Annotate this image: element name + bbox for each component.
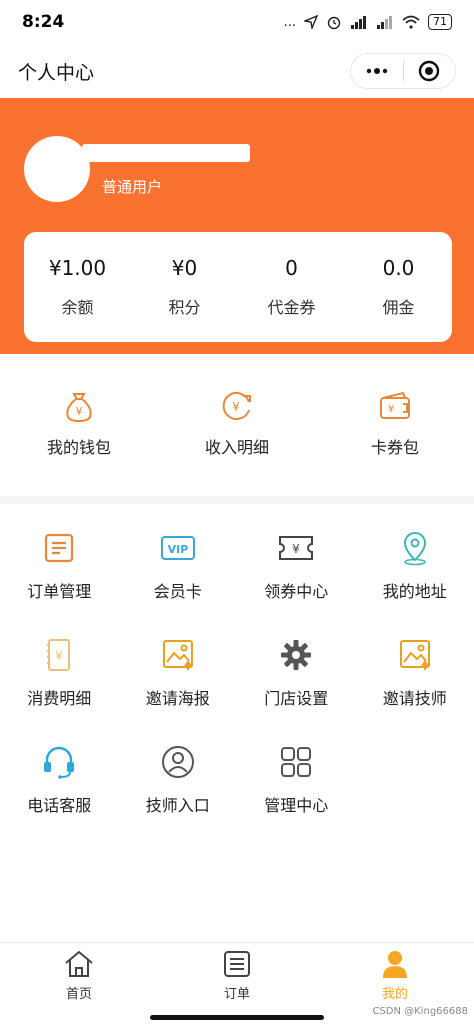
grid-label: 技师入口 [145, 796, 210, 815]
wallet-item-my-wallet[interactable]: ¥ 我的钱包 [0, 386, 158, 466]
stat-value: ¥0 [171, 256, 198, 280]
location-icon [395, 528, 435, 568]
home-icon [65, 950, 93, 977]
section-divider [0, 496, 474, 504]
grid-label: 邀请海报 [145, 689, 210, 708]
tab-bar: 首页 订单 我的 [0, 942, 474, 1008]
home-indicator[interactable] [150, 1015, 324, 1020]
nav-bar: 个人中心 [0, 44, 474, 98]
stat-label: 余额 [61, 298, 94, 317]
wallet-item-income[interactable]: ¥ 收入明细 [158, 386, 316, 466]
user-icon [158, 742, 198, 782]
grid-item-management[interactable]: 管理中心 [237, 742, 356, 849]
profile-header: 普通用户 ¥1.00 余额 ¥0 积分 0 代金券 0.0 佣金 [0, 98, 474, 354]
member-level: 普通用户 [102, 178, 163, 196]
username-redacted [82, 144, 250, 162]
stat-value: 0 [285, 256, 298, 280]
wallet-label: 卡券包 [370, 438, 419, 457]
grid-label: 订单管理 [27, 582, 92, 601]
location-arrow-icon [304, 15, 318, 29]
gear-icon [276, 635, 316, 675]
tab-mine[interactable]: 我的 [316, 943, 474, 1008]
more-dots: ... [283, 14, 296, 30]
close-mini-program-button[interactable] [404, 54, 456, 88]
watermark: CSDN @King66688 [372, 1006, 468, 1017]
grid-item-store-settings[interactable]: 门店设置 [237, 635, 356, 742]
more-dots-icon [366, 68, 387, 74]
wallet-label: 收入明细 [204, 438, 269, 457]
avatar[interactable] [24, 136, 90, 202]
grid-item-vip-card[interactable]: VIP 会员卡 [119, 528, 238, 635]
tab-label: 订单 [223, 987, 250, 1002]
grid-label: 管理中心 [264, 796, 329, 815]
wallet-row: ¥ 我的钱包 ¥ 收入明细 ¥ 卡券包 [0, 386, 474, 466]
stat-label: 代金券 [267, 298, 316, 317]
poster-icon [395, 635, 435, 675]
alarm-icon [327, 16, 341, 30]
tab-label: 首页 [65, 987, 92, 1002]
stat-vouchers[interactable]: 0 代金券 [238, 232, 345, 342]
income-icon: ¥ [217, 386, 257, 426]
wallet-label: 我的钱包 [46, 438, 111, 457]
grid-label: 领券中心 [264, 582, 329, 601]
tab-label: 我的 [381, 987, 408, 1002]
grid-item-my-address[interactable]: 我的地址 [356, 528, 474, 635]
status-icons: ... 71 [284, 14, 452, 30]
grid-item-coupon-center[interactable]: ¥ 领券中心 [237, 528, 356, 635]
signal-icon-2 [377, 16, 392, 29]
stat-value: 0.0 [382, 256, 415, 280]
stat-commission[interactable]: 0.0 佣金 [345, 232, 452, 342]
status-bar: 8:24 ... 71 [0, 0, 474, 44]
stat-balance[interactable]: ¥1.00 余额 [24, 232, 131, 342]
svg-text:VIP: VIP [167, 543, 188, 556]
money-bag-icon: ¥ [59, 386, 99, 426]
grid-label: 会员卡 [153, 582, 202, 601]
stat-value: ¥1.00 [48, 256, 107, 280]
tab-home[interactable]: 首页 [0, 943, 158, 1008]
stat-label: 积分 [168, 298, 201, 317]
grid-item-orders[interactable]: 订单管理 [0, 528, 119, 635]
grid-item-technician-entry[interactable]: 技师入口 [119, 742, 238, 849]
stat-label: 佣金 [382, 298, 415, 317]
target-icon [419, 60, 440, 82]
tab-orders[interactable]: 订单 [158, 943, 316, 1008]
service-grid: 订单管理 VIP 会员卡 ¥ 领券中心 我的地址 ¥ 消费明细 邀请海报 门店设… [0, 528, 474, 849]
battery-icon: 71 [428, 14, 452, 30]
order-icon [39, 528, 79, 568]
grid-label: 我的地址 [382, 582, 447, 601]
wallet-item-card-wallet[interactable]: ¥ 卡券包 [316, 386, 474, 466]
signal-icon [351, 16, 366, 29]
more-button[interactable] [351, 54, 403, 88]
vip-card-icon: VIP [158, 528, 198, 568]
list-icon [224, 951, 250, 977]
page-title: 个人中心 [18, 61, 95, 84]
svg-text:¥: ¥ [232, 400, 240, 414]
poster-icon [158, 635, 198, 675]
grid-item-consumption[interactable]: ¥ 消费明细 [0, 635, 119, 742]
receipt-icon: ¥ [39, 635, 79, 675]
card-wallet-icon: ¥ [375, 386, 415, 426]
grid-label: 邀请技师 [382, 689, 447, 708]
svg-text:¥: ¥ [388, 404, 394, 415]
grid-label: 电话客服 [27, 796, 92, 815]
coupon-icon: ¥ [276, 528, 316, 568]
wifi-icon [402, 15, 420, 29]
stat-points[interactable]: ¥0 积分 [131, 232, 238, 342]
status-time: 8:24 [22, 12, 65, 32]
grid-icon [276, 742, 316, 782]
svg-text:¥: ¥ [76, 405, 83, 418]
headset-icon [39, 742, 79, 782]
grid-label: 消费明细 [27, 689, 92, 708]
svg-text:¥: ¥ [55, 649, 63, 663]
page: 8:24 ... 71 个人中心 普通用户 ¥1.00 余额 ¥0 积分 0 代… [0, 0, 474, 1026]
stats-card: ¥1.00 余额 ¥0 积分 0 代金券 0.0 佣金 [24, 232, 452, 342]
grid-label: 门店设置 [264, 689, 329, 708]
grid-item-invite-technician[interactable]: 邀请技师 [356, 635, 474, 742]
grid-item-phone-support[interactable]: 电话客服 [0, 742, 119, 849]
grid-item-invite-poster[interactable]: 邀请海报 [119, 635, 238, 742]
svg-text:¥: ¥ [292, 542, 300, 556]
mini-program-capsule [350, 53, 456, 89]
person-icon [383, 951, 407, 978]
